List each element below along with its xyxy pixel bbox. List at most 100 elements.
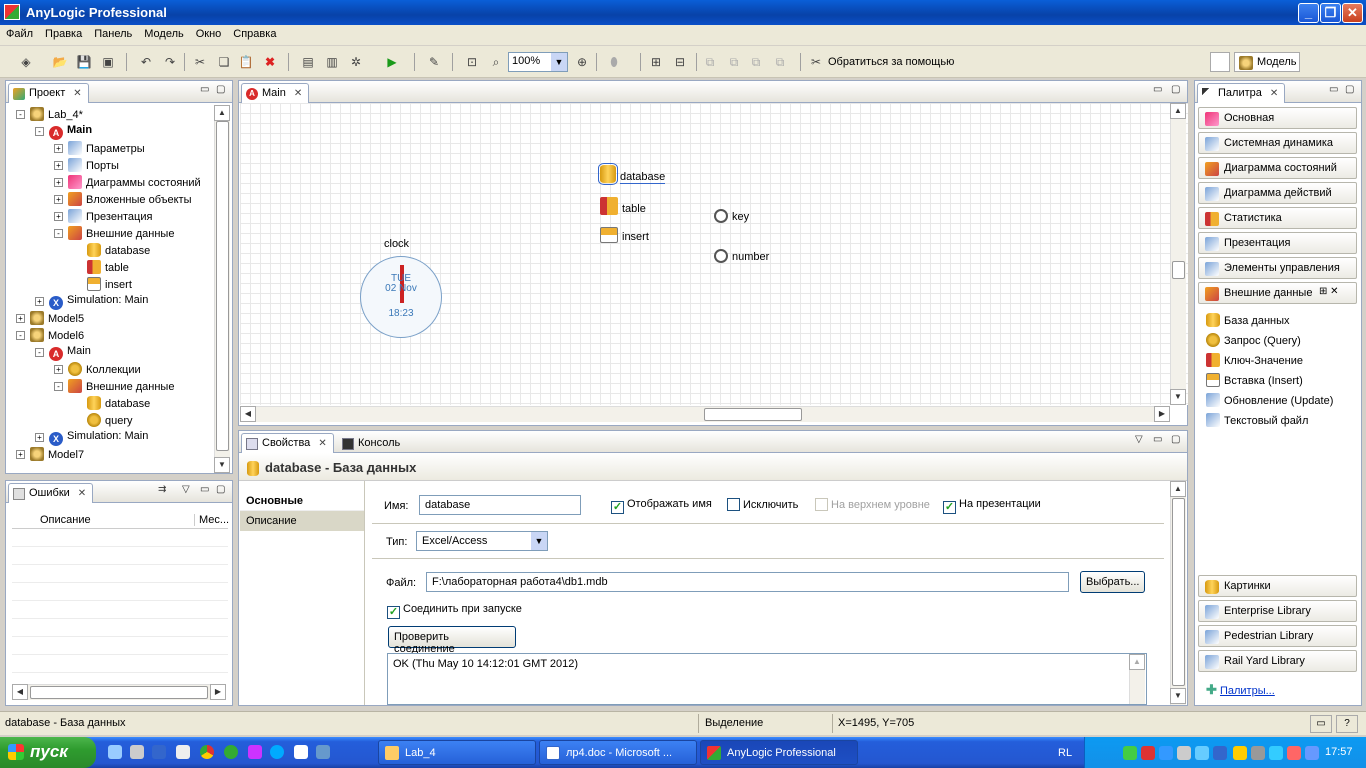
debug-icon[interactable]: ✲ [348,54,364,70]
open-icon[interactable]: 📂 [52,54,68,70]
connect-on-start-checkbox[interactable]: ✓ Соединить при запуске [387,603,522,619]
project-scrollbar[interactable]: ▲ ▼ [214,105,230,473]
close-icon[interactable]: ✕ [78,488,86,499]
scroll-down-icon[interactable]: ▼ [214,457,230,473]
scroll-up-icon[interactable]: ▲ [1129,654,1145,670]
tree-node[interactable]: + Model7 [16,447,84,463]
menu-model[interactable]: Модель [138,25,189,40]
close-icon[interactable]: ✕ [1270,88,1278,99]
expand-icon[interactable]: + [54,161,63,170]
start-button[interactable]: пуск [0,737,96,768]
tray-icon[interactable] [1233,746,1247,760]
minimize-panel-icon[interactable]: ▭ [1153,84,1162,95]
maximize-panel-icon[interactable]: ▢ [1171,434,1180,445]
minimize-panel-icon[interactable]: ▭ [200,84,209,95]
zoom-combo[interactable]: 100% ▼ [508,52,568,72]
tree-node[interactable]: table [87,260,129,276]
test-connection-button[interactable]: Проверить соединение [388,626,516,655]
scroll-thumb[interactable] [216,121,229,451]
scroll-left-icon[interactable]: ◀ [240,406,256,422]
antivirus-icon[interactable] [1141,746,1155,760]
palette-section-5[interactable]: Презентация [1198,232,1357,254]
save-icon[interactable]: 💾 [76,54,92,70]
type-select[interactable]: Excel/Access ▼ [416,531,548,551]
palette-section-7[interactable]: Внешние данные ⊞ ✕ [1198,282,1357,304]
help-button[interactable]: Обратиться за помощью [828,56,954,68]
quicklaunch-icon[interactable] [176,745,190,759]
expand-icon[interactable]: + [35,433,44,442]
task-lab4[interactable]: Lab_4 [378,740,536,765]
new-model-icon[interactable]: ◈ [18,54,34,70]
zoom-reset-icon[interactable]: ⌕ [488,54,504,70]
network-icon[interactable] [1269,746,1283,760]
bring-front-icon[interactable]: ⧉ [702,54,718,70]
tab-palette[interactable]: Палитра ✕ [1197,83,1286,103]
palette-section-2[interactable]: Диаграмма состояний [1198,157,1357,179]
canvas-hscroll[interactable]: ◀ ▶ [240,406,1170,422]
palette-section-0[interactable]: Основная [1198,107,1357,129]
tray-icon[interactable] [1177,746,1191,760]
scroll-up-icon[interactable]: ▲ [1170,103,1186,119]
maximize-panel-icon[interactable]: ▢ [216,484,225,495]
palette-section-6[interactable]: Элементы управления [1198,257,1357,279]
minimize-button[interactable]: _ [1298,3,1319,23]
tree-node[interactable]: + Коллекции [54,362,141,378]
canvas-vscroll[interactable]: ▲ ▼ [1170,103,1186,405]
prop-tab-description[interactable]: Описание [240,511,364,531]
menu-help[interactable]: Справка [227,25,282,40]
menu-file[interactable]: Файл [0,25,39,40]
canvas-table[interactable]: table [600,197,646,215]
properties-vscroll[interactable]: ▲ ▼ [1170,481,1186,705]
tree-node[interactable]: - Внешние данные [54,379,174,395]
palette-item-5[interactable]: Текстовый файл [1206,413,1308,427]
view-menu-icon[interactable]: ▽ [1135,434,1143,445]
tree-node[interactable]: + Параметры [54,141,145,157]
task-anylogic[interactable]: AnyLogic Professional [700,740,858,765]
tree-node[interactable]: + Model5 [16,311,84,327]
top-level-checkbox[interactable]: На верхнем уровне [815,498,930,511]
task-word[interactable]: лр4.doc - Microsoft ... [539,740,697,765]
collapse-icon[interactable]: - [35,127,44,136]
expand-icon[interactable]: + [54,178,63,187]
canvas-database[interactable]: database [598,163,666,185]
palette-section-4[interactable]: Статистика [1198,207,1357,229]
minimize-panel-icon[interactable]: ▭ [1329,84,1338,95]
tree-node[interactable]: + Диаграммы состояний [54,175,201,191]
scroll-thumb[interactable] [704,408,802,421]
chrome-icon[interactable] [200,745,214,759]
zoom-in-icon[interactable]: ⊕ [574,54,590,70]
minimize-panel-icon[interactable]: ▭ [200,484,209,495]
minimize-panel-icon[interactable]: ▭ [1153,434,1162,445]
tab-project[interactable]: Проект ✕ [8,83,89,103]
quicklaunch-icon[interactable] [152,745,166,759]
snap-icon[interactable]: ⊟ [672,54,688,70]
output-scrollbar[interactable]: ▲ [1129,654,1145,704]
quicklaunch-icon[interactable] [248,745,262,759]
column-location[interactable]: Мес... [194,514,229,526]
tab-console[interactable]: Консоль [337,433,407,453]
palette-item-1[interactable]: Запрос (Query) [1206,333,1301,347]
tree-node[interactable]: query [87,413,133,429]
save-all-icon[interactable]: ▣ [100,54,116,70]
scroll-up-icon[interactable]: ▲ [214,105,230,121]
quicklaunch-icon[interactable] [130,745,144,759]
close-icon[interactable]: ✕ [73,88,81,99]
chevron-down-icon[interactable]: ▼ [551,53,567,71]
redo-icon[interactable]: ↷ [162,54,178,70]
palette-library-1[interactable]: Enterprise Library [1198,600,1357,622]
pin-icon[interactable]: ⬮ [606,54,622,70]
tree-node[interactable]: - Внешние данные [54,226,174,242]
scroll-down-icon[interactable]: ▼ [1170,688,1186,704]
collapse-icon[interactable]: - [54,229,63,238]
tree-node[interactable]: - A Main [35,124,92,140]
copy-icon[interactable]: ❏ [216,54,232,70]
browse-button[interactable]: Выбрать... [1080,571,1145,593]
tray-icon[interactable] [1213,746,1227,760]
collapse-icon[interactable]: - [16,110,25,119]
tree-node[interactable]: + X Simulation: Main [35,294,148,310]
scroll-up-icon[interactable]: ▲ [1170,481,1186,497]
tray-icon[interactable] [1305,746,1319,760]
scroll-right-icon[interactable]: ▶ [210,684,226,700]
filter-icon[interactable]: ⇉ [158,484,166,495]
expand-icon[interactable]: + [54,195,63,204]
